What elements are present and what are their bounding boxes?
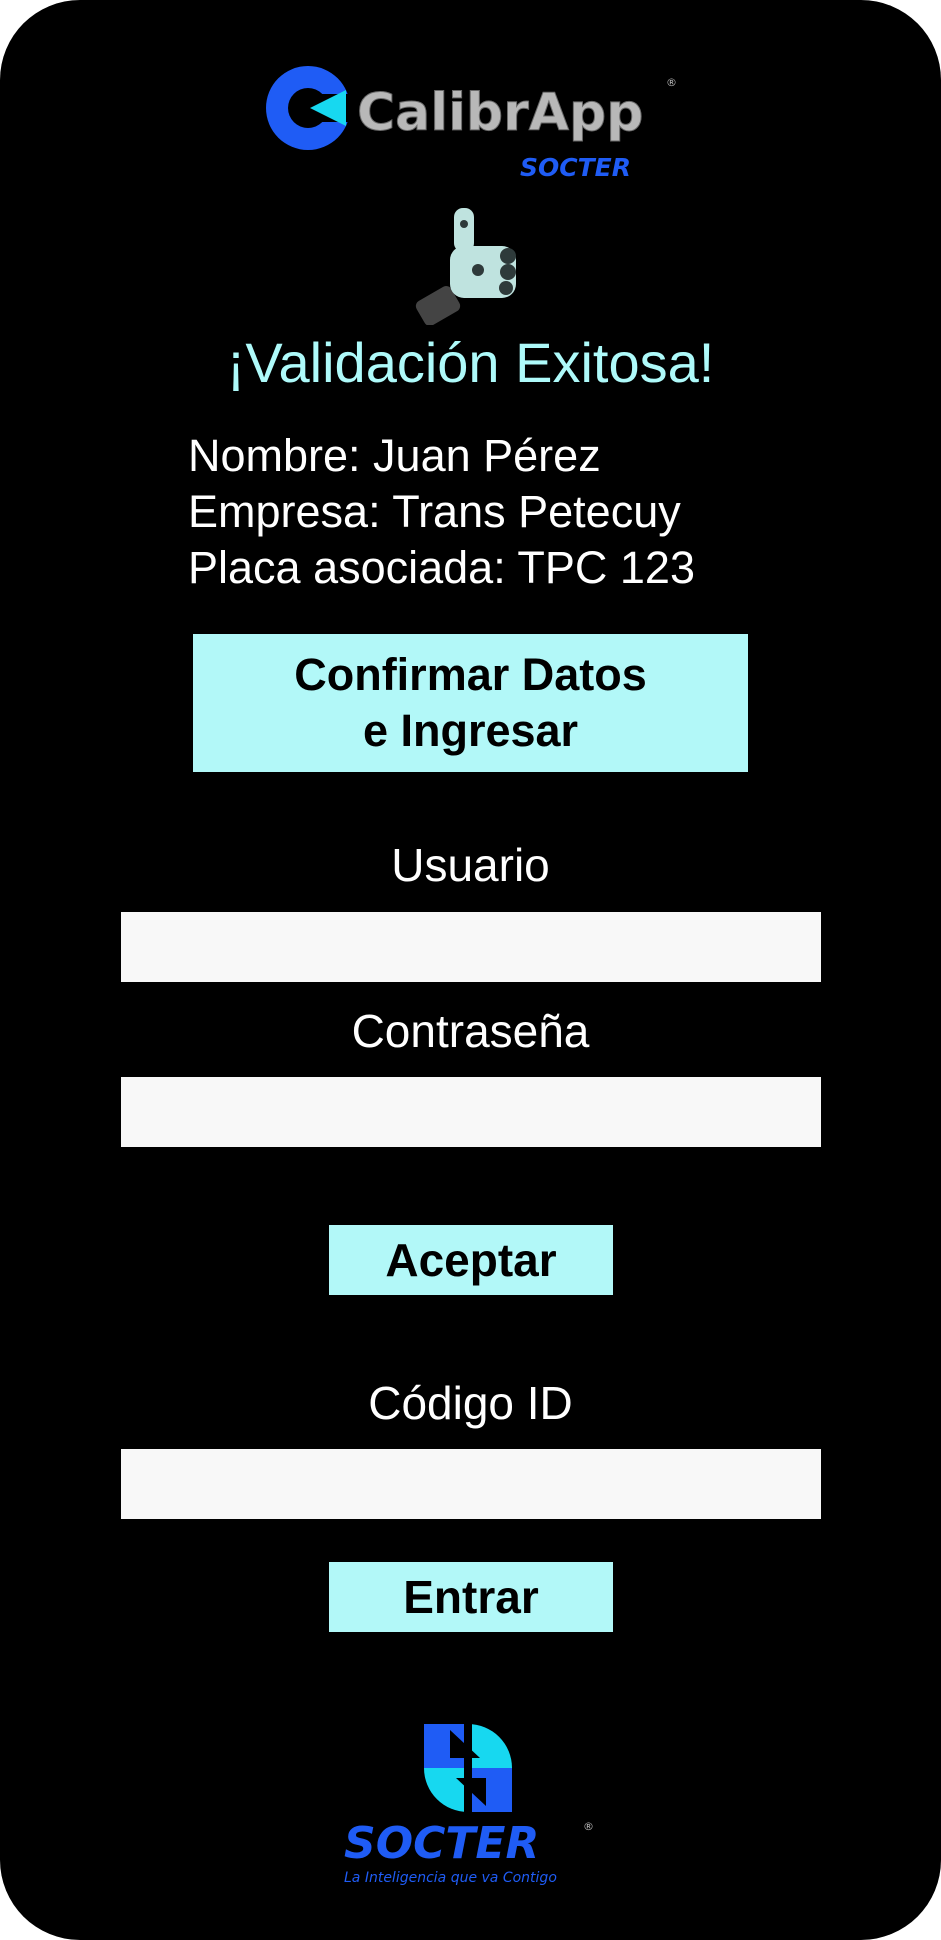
user-input[interactable] — [121, 912, 821, 982]
confirm-button-line2: e Ingresar — [362, 705, 579, 756]
code-id-input[interactable] — [121, 1449, 821, 1519]
plate-line: Placa asociada: TPC 123 — [188, 542, 695, 593]
confirm-data-button[interactable]: Confirmar Datos e Ingresar — [193, 634, 748, 772]
footer-brand: SOCTER — [344, 1818, 539, 1869]
user-label: Usuario — [391, 839, 550, 891]
password-label: Contraseña — [351, 1005, 590, 1057]
calibrapp-logo: CalibrApp ® SOCTER — [266, 66, 677, 180]
confirm-button-line1: Confirmar Datos — [294, 649, 647, 700]
password-input[interactable] — [121, 1077, 821, 1147]
socter-logo: SOCTER ® La Inteligencia que va Contigo — [344, 1724, 594, 1886]
phone-screen: CalibrApp ® SOCTER ¡Validación Exitosa! … — [0, 0, 941, 1940]
robot-thumbs-up-icon — [415, 208, 516, 325]
code-id-label: Código ID — [368, 1377, 573, 1429]
logo-text: CalibrApp — [357, 83, 643, 143]
enter-button[interactable]: Entrar — [329, 1562, 613, 1632]
logo-subtext: SOCTER — [520, 153, 631, 180]
validation-info: Nombre: Juan Pérez Empresa: Trans Petecu… — [188, 428, 695, 596]
name-line: Nombre: Juan Pérez — [188, 430, 601, 481]
footer-registered: ® — [583, 1820, 594, 1833]
footer-tagline: La Inteligencia que va Contigo — [344, 1870, 557, 1886]
accept-button[interactable]: Aceptar — [329, 1225, 613, 1295]
company-line: Empresa: Trans Petecuy — [188, 486, 681, 537]
validation-title: ¡Validación Exitosa! — [226, 331, 715, 394]
logo-registered: ® — [666, 76, 677, 89]
